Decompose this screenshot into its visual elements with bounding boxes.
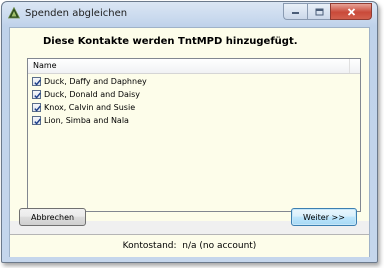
checkmark-icon — [34, 92, 41, 99]
list-item[interactable]: Duck, Donald and Daisy — [28, 88, 360, 101]
item-label: Knox, Calvin and Susie — [44, 103, 136, 112]
status-bar: Kontostand: n/a (no account) — [10, 234, 369, 257]
item-checkbox[interactable] — [32, 103, 41, 112]
minimize-icon — [292, 12, 299, 14]
tntmpd-app-icon — [7, 6, 21, 19]
contacts-list[interactable]: Name Duck, Daffy and Daphney Duck, Donal… — [27, 58, 361, 212]
heading-panel: Diese Kontakte werden TntMPD hinzugefügt… — [10, 28, 369, 56]
next-button[interactable]: Weiter >> — [291, 208, 357, 226]
page-heading: Diese Kontakte werden TntMPD hinzugefügt… — [43, 36, 298, 47]
checkmark-icon — [34, 105, 41, 112]
dialog-window: Spenden abgleichen Diese Kontakte werden… — [1, 1, 378, 263]
title-bar[interactable]: Spenden abgleichen — [2, 2, 377, 26]
cancel-button[interactable]: Abbrechen — [19, 208, 86, 226]
list-item[interactable]: Knox, Calvin and Susie — [28, 101, 360, 114]
item-label: Lion, Simba and Nala — [44, 116, 129, 125]
caption-buttons — [283, 3, 372, 20]
list-item[interactable]: Lion, Simba and Nala — [28, 114, 360, 127]
checkmark-icon — [34, 118, 41, 125]
item-label: Duck, Donald and Daisy — [44, 90, 140, 99]
list-rows: Duck, Daffy and Daphney Duck, Donald and… — [28, 75, 360, 127]
checkmark-icon — [34, 79, 41, 86]
window-title: Spenden abgleichen — [25, 8, 128, 19]
column-header-name[interactable]: Name — [28, 59, 350, 73]
maximize-icon — [315, 8, 323, 15]
item-checkbox[interactable] — [32, 77, 41, 86]
list-item[interactable]: Duck, Daffy and Daphney — [28, 75, 360, 88]
close-icon — [347, 7, 355, 16]
column-header-label: Name — [33, 61, 57, 70]
list-header: Name — [28, 59, 360, 74]
minimize-button[interactable] — [283, 3, 307, 20]
close-button[interactable] — [330, 3, 372, 20]
dialog-content: Diese Kontakte werden TntMPD hinzugefügt… — [9, 27, 370, 257]
list-panel: Name Duck, Daffy and Daphney Duck, Donal… — [10, 56, 369, 221]
item-checkbox[interactable] — [32, 116, 41, 125]
account-balance-status: Kontostand: n/a (no account) — [122, 241, 257, 251]
item-label: Duck, Daffy and Daphney — [44, 77, 147, 86]
item-checkbox[interactable] — [32, 90, 41, 99]
maximize-button[interactable] — [307, 3, 330, 20]
